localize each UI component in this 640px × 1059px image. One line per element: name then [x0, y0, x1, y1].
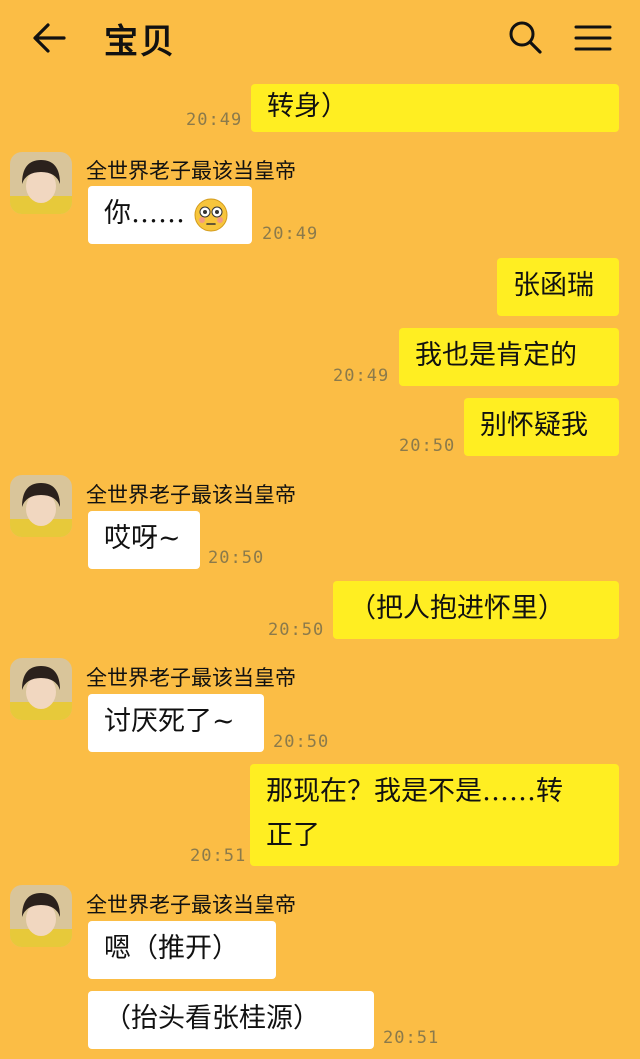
outgoing-message[interactable]: 张函瑞 [497, 258, 619, 316]
sender-name: 全世界老子最该当皇帝 [86, 159, 296, 183]
outgoing-message[interactable]: 转身） [251, 84, 619, 132]
sender-name: 全世界老子最该当皇帝 [86, 893, 296, 917]
message-text: 你…… [104, 198, 185, 229]
avatar[interactable] [10, 475, 72, 537]
message-timestamp: 20:49 [186, 110, 243, 130]
avatar[interactable] [10, 152, 72, 214]
chat-header: 宝贝 [0, 0, 640, 80]
sender-name: 全世界老子最该当皇帝 [86, 666, 296, 690]
message-timestamp: 20:51 [190, 846, 247, 866]
outgoing-message[interactable]: 别怀疑我 [464, 398, 619, 456]
incoming-message[interactable]: 哎呀~ [88, 511, 200, 569]
outgoing-message[interactable]: （把人抱进怀里） [333, 581, 619, 639]
message-timestamp: 20:50 [399, 436, 456, 456]
message-timestamp: 20:50 [268, 620, 325, 640]
sender-name: 全世界老子最该当皇帝 [86, 483, 296, 507]
search-icon[interactable] [504, 16, 548, 60]
avatar[interactable] [10, 658, 72, 720]
message-timestamp: 20:50 [273, 732, 330, 752]
message-timestamp: 20:50 [208, 548, 265, 568]
flushed-face-icon [194, 198, 228, 231]
incoming-message[interactable]: 你…… [88, 186, 252, 244]
message-timestamp: 20:49 [333, 366, 390, 386]
back-arrow-icon[interactable] [28, 18, 70, 58]
outgoing-message[interactable]: 我也是肯定的 [399, 328, 619, 386]
avatar[interactable] [10, 885, 72, 947]
outgoing-message[interactable]: 那现在？我是不是……转 正了 [250, 764, 619, 866]
incoming-message[interactable]: 嗯（推开） [88, 921, 276, 979]
message-timestamp: 20:49 [262, 224, 319, 244]
message-timestamp: 20:51 [383, 1028, 440, 1048]
incoming-message[interactable]: （抬头看张桂源） [88, 991, 374, 1049]
message-text-line: 那现在？我是不是……转 [266, 776, 563, 807]
chat-title: 宝贝 [104, 22, 176, 62]
incoming-message[interactable]: 讨厌死了~ [88, 694, 264, 752]
hamburger-menu-icon[interactable] [570, 18, 616, 58]
message-text-line: 正了 [266, 820, 320, 851]
